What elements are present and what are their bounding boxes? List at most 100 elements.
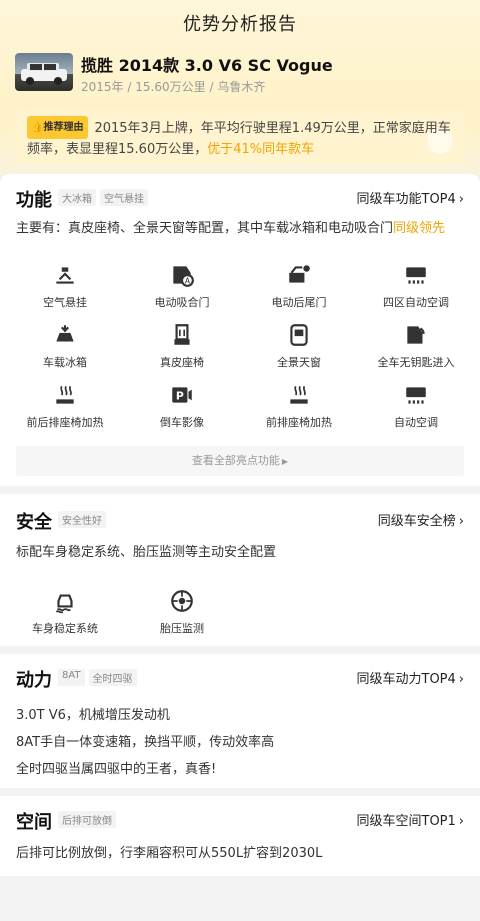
power-line: 全时四驱当属四驱中的王者，真香! xyxy=(16,762,217,777)
safety-rank-label: 同级车安全榜 xyxy=(377,514,456,529)
feature-label: 电动后尾门 xyxy=(271,296,327,309)
function-rank-link[interactable]: 同级车功能TOP4 › xyxy=(357,188,465,207)
tag: 大冰箱 xyxy=(58,189,96,206)
triangle-right-icon: ▶ xyxy=(281,457,289,466)
page-title: 优势分析报告 xyxy=(183,14,297,35)
safety-title: 安全 xyxy=(16,512,52,533)
tire-pressure-icon xyxy=(171,590,193,612)
power-tailgate-icon xyxy=(289,265,310,283)
tag: 安全性好 xyxy=(58,511,106,528)
feature-item[interactable]: 四区自动空调 xyxy=(361,262,471,310)
feature-label: 电动吸合门 xyxy=(154,296,210,309)
car-city: 乌鲁木齐 xyxy=(217,80,266,94)
function-rank-label: 同级车功能TOP4 xyxy=(356,192,456,207)
power-card: 动力 8AT 全时四驱 同级车动力TOP4 › 3.0T V6，机械增压发动机 8… xyxy=(0,654,480,788)
tag: 空气悬挂 xyxy=(100,189,148,206)
tag: 8AT xyxy=(58,669,85,686)
thumb-up-icon: 👍 xyxy=(31,122,44,133)
parking-camera-icon: P xyxy=(172,387,192,403)
stability-control-icon xyxy=(55,594,73,614)
auto-ac-icon xyxy=(406,387,426,404)
car-mileage: 15.60万公里 xyxy=(135,80,206,94)
keyless-entry-icon xyxy=(407,326,425,344)
car-meta: 2015年 / 15.60万公里 / 乌鲁木齐 xyxy=(81,78,265,95)
space-card: 空间 后排可放倒 同级车空间TOP1 › 后排可比例放倒，行李厢容积可从550L扩… xyxy=(0,796,480,876)
feature-item[interactable]: 全车无钥匙进入 xyxy=(361,322,471,370)
feature-label: 全车无钥匙进入 xyxy=(377,356,455,369)
space-tags: 后排可放倒 xyxy=(58,811,116,828)
reason-highlight: 优于41%同年款车 xyxy=(207,142,315,157)
feature-item[interactable]: 自动空调 xyxy=(361,382,471,430)
safety-desc: 标配车身稳定系统、胎压监测等主动安全配置 xyxy=(16,545,277,560)
function-title: 功能 xyxy=(16,190,52,211)
feature-item[interactable]: 真皮座椅 xyxy=(127,322,237,370)
function-tags: 大冰箱 空气悬挂 xyxy=(58,189,148,206)
power-rank-label: 同级车动力TOP4 xyxy=(356,672,456,687)
feature-item[interactable]: P 倒车影像 xyxy=(127,382,237,430)
function-card: 功能 大冰箱 空气悬挂 同级车功能TOP4 › 主要有：真皮座椅、全景天窗等配置，… xyxy=(0,174,480,486)
svg-text:P: P xyxy=(176,389,184,402)
feature-label: 自动空调 xyxy=(394,416,438,429)
safety-rank-link[interactable]: 同级车安全榜 › xyxy=(378,510,464,529)
feature-label: 前后排座椅加热 xyxy=(26,416,104,429)
car-year: 2015年 xyxy=(81,80,124,94)
air-suspension-icon xyxy=(56,267,74,284)
safety-feature-grid: 车身稳定系统 胎压监测 xyxy=(0,588,480,638)
feature-item[interactable]: 全景天窗 xyxy=(244,322,354,370)
chevron-right-icon: › xyxy=(458,814,464,829)
feature-item[interactable]: 前排座椅加热 xyxy=(244,382,354,430)
chevron-right-icon: › xyxy=(458,672,464,687)
safety-card: 安全 安全性好 同级车安全榜 › 标配车身稳定系统、胎压监测等主动安全配置 车身稳… xyxy=(0,494,480,646)
chevron-right-icon: › xyxy=(458,514,464,529)
space-rank-label: 同级车空间TOP1 xyxy=(356,814,456,829)
feature-label: 车载冰箱 xyxy=(43,356,87,369)
feature-item[interactable]: 电动后尾门 xyxy=(244,262,354,310)
feature-label: 四区自动空调 xyxy=(383,296,449,309)
tag: 全时四驱 xyxy=(88,669,137,686)
feature-item[interactable]: 胎压监测 xyxy=(127,588,237,636)
function-desc: 主要有：真皮座椅、全景天窗等配置，其中车载冰箱和电动吸合门同级领先 xyxy=(16,218,468,239)
feature-item[interactable]: 前后排座椅加热 xyxy=(10,382,120,430)
svg-text:A: A xyxy=(185,277,191,286)
recommend-reason-box: 👍推荐理由 2015年3月上牌，年平均行驶里程1.49万公里，正常家庭用车频率，表… xyxy=(15,108,465,164)
feature-label: 全景天窗 xyxy=(277,356,321,369)
feature-grid: 空气悬挂 A 电动吸合门 电动后尾门 四区自动空调车载冰箱 真皮座椅 全景天窗 全车无钥匙进入… xyxy=(0,262,480,432)
seat-heating-icon xyxy=(56,385,74,404)
function-desc-text: 主要有：真皮座椅、全景天窗等配置，其中车载冰箱和电动吸合门 xyxy=(16,221,394,236)
power-title: 动力 xyxy=(16,670,52,691)
chevron-right-icon: › xyxy=(458,192,464,207)
soft-close-door-icon: A xyxy=(173,266,194,287)
power-rank-link[interactable]: 同级车动力TOP4 › xyxy=(357,668,465,687)
feature-label: 真皮座椅 xyxy=(160,356,204,369)
front-seat-heating-icon xyxy=(290,385,308,404)
space-title: 空间 xyxy=(16,812,52,833)
recommend-reason-text: 👍推荐理由 2015年3月上牌，年平均行驶里程1.49万公里，正常家庭用车频率，表… xyxy=(27,116,453,160)
feature-item[interactable]: 车载冰箱 xyxy=(10,322,120,370)
space-rank-link[interactable]: 同级车空间TOP1 › xyxy=(357,810,465,829)
function-lead: 同级领先 xyxy=(393,221,446,236)
more-features-button[interactable]: 查看全部亮点功能 ▶ xyxy=(16,446,464,476)
space-desc: 后排可比例放倒，行李厢容积可从550L扩容到2030L xyxy=(16,846,323,861)
feature-label: 空气悬挂 xyxy=(43,296,87,309)
feature-label: 倒车影像 xyxy=(160,416,204,429)
meta-separator: / xyxy=(127,80,132,94)
power-tags: 8AT 全时四驱 xyxy=(58,669,137,686)
more-features-label: 查看全部亮点功能 xyxy=(191,454,280,467)
recommend-tag: 👍推荐理由 xyxy=(27,116,89,139)
car-title: 揽胜 2014款 3.0 V6 SC Vogue xyxy=(81,56,333,75)
four-zone-ac-icon xyxy=(406,267,426,284)
feature-label: 前排座椅加热 xyxy=(266,416,332,429)
power-line: 3.0T V6，机械增压发动机 xyxy=(16,708,170,723)
feature-item[interactable]: 空气悬挂 xyxy=(10,262,120,310)
safety-tags: 安全性好 xyxy=(58,511,106,528)
feature-label: 胎压监测 xyxy=(160,622,204,635)
tag: 后排可放倒 xyxy=(58,811,116,828)
panoramic-sunroof-icon xyxy=(290,324,308,346)
leather-seat-icon xyxy=(174,324,190,345)
power-line: 8AT手自一体变速箱，换挡平顺，传动效率高 xyxy=(16,735,275,750)
car-thumbnail[interactable] xyxy=(15,53,73,91)
recommend-tag-label: 推荐理由 xyxy=(43,122,84,133)
car-fridge-icon xyxy=(56,325,74,342)
feature-item[interactable]: A 电动吸合门 xyxy=(127,262,237,310)
feature-item[interactable]: 车身稳定系统 xyxy=(10,588,120,636)
